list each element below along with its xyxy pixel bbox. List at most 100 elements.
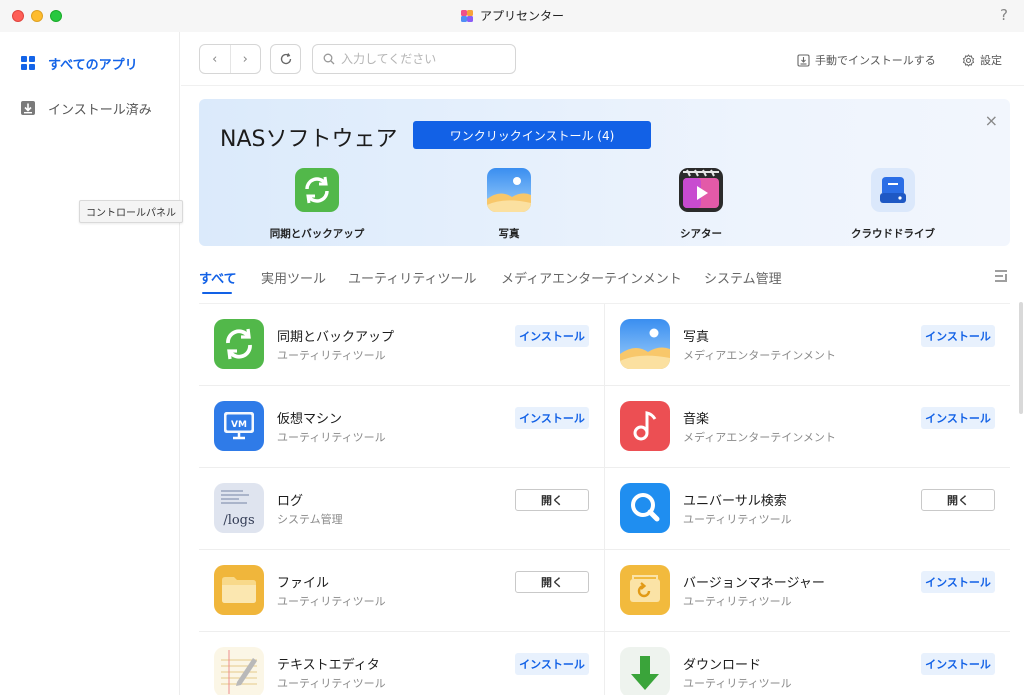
table-row: テキストエディタ ユーティリティツール インストール ダウンロード ユーティリテ… — [199, 632, 1010, 695]
featured-app-sync[interactable]: 同期とバックアップ — [247, 167, 387, 241]
sidebar-item-all-apps[interactable]: すべてのアプリ — [20, 50, 138, 76]
text-editor-icon — [214, 647, 264, 695]
sidebar-item-installed[interactable]: インストール済み — [20, 95, 152, 121]
app-category: メディアエンターテインメント — [683, 431, 836, 444]
table-row: /logs ログ システム管理 開く ユニバーサル検索 ユーティリティツール 開… — [199, 468, 1010, 550]
app-category: ユーティリティツール — [683, 677, 792, 690]
app-name: 仮想マシン — [277, 412, 343, 427]
photo-icon — [620, 319, 670, 369]
tab-media-entertainment[interactable]: メディアエンターテインメント — [501, 268, 682, 287]
help-button[interactable]: ? — [1000, 6, 1008, 24]
app-name: テキストエディタ — [277, 658, 380, 673]
app-card-sync-backup[interactable]: 同期とバックアップ ユーティリティツール インストール — [199, 304, 604, 386]
app-card-music[interactable]: 音楽 メディアエンターテインメント インストール — [605, 386, 1010, 468]
featured-app-cloud-drive[interactable]: クラウドドライブ — [823, 167, 963, 241]
app-name: バージョンマネージャー — [683, 576, 825, 591]
install-button[interactable]: インストール — [515, 653, 589, 675]
banner-title: NASソフトウェア — [220, 127, 398, 152]
install-button[interactable]: インストール — [921, 571, 995, 593]
app-name: 写真 — [683, 330, 710, 345]
sidebar-item-label: インストール済み — [48, 102, 152, 118]
app-category: メディアエンターテインメント — [683, 349, 836, 362]
window-title-text: アプリセンター — [479, 9, 564, 23]
featured-app-label: 写真 — [498, 228, 520, 240]
banner-close-icon[interactable]: × — [985, 111, 998, 130]
refresh-button[interactable] — [270, 44, 301, 74]
manual-install-icon — [797, 53, 810, 67]
logs-icon: /logs — [214, 483, 264, 533]
app-category: ユーティリティツール — [683, 513, 792, 526]
tab-practical-tools[interactable]: 実用ツール — [261, 268, 326, 287]
app-name: ダウンロード — [683, 658, 762, 673]
manual-install-button[interactable]: 手動でインストールする — [797, 52, 936, 68]
install-button[interactable]: インストール — [921, 325, 995, 347]
app-category: ユーティリティツール — [277, 349, 386, 362]
install-button[interactable]: インストール — [515, 325, 589, 347]
toolbar: ‹ › 手動でインストールする 設定 — [181, 32, 1024, 86]
vm-icon: VM — [214, 401, 264, 451]
version-manager-icon — [620, 565, 670, 615]
app-name: 音楽 — [683, 412, 710, 427]
install-button[interactable]: インストール — [921, 653, 995, 675]
refresh-icon — [280, 53, 291, 65]
app-card-universal-search[interactable]: ユニバーサル検索 ユーティリティツール 開く — [605, 468, 1010, 550]
tooltip: コントロールパネル — [79, 200, 183, 223]
open-button[interactable]: 開く — [515, 489, 589, 511]
sidebar-item-label: すべてのアプリ — [48, 57, 138, 73]
app-card-files[interactable]: ファイル ユーティリティツール 開く — [199, 550, 604, 632]
tab-list-menu-icon[interactable] — [994, 268, 1010, 284]
active-tab-indicator — [202, 292, 232, 294]
app-card-text-editor[interactable]: テキストエディタ ユーティリティツール インストール — [199, 632, 604, 695]
featured-app-photos[interactable]: 写真 — [439, 167, 579, 241]
tab-utility-tools[interactable]: ユーティリティツール — [348, 268, 476, 287]
featured-app-label: 同期とバックアップ — [269, 228, 365, 240]
one-click-install-button[interactable]: ワンクリックインストール (4) — [413, 121, 651, 149]
app-card-virtual-machine[interactable]: VM 仮想マシン ユーティリティツール インストール — [199, 386, 604, 468]
search-input[interactable] — [341, 52, 501, 66]
search-app-icon — [620, 483, 670, 533]
app-card-version-manager[interactable]: バージョンマネージャー ユーティリティツール インストール — [605, 550, 1010, 632]
app-card-photos[interactable]: 写真 メディアエンターテインメント インストール — [605, 304, 1010, 386]
search-field[interactable] — [312, 44, 516, 74]
sidebar: すべてのアプリ インストール済み — [0, 32, 180, 695]
back-button[interactable]: ‹ — [200, 45, 231, 73]
open-button[interactable]: 開く — [515, 571, 589, 593]
settings-label: 設定 — [980, 54, 1002, 67]
app-name: ログ — [277, 494, 304, 509]
photo-icon — [487, 168, 531, 212]
tab-all[interactable]: すべて — [199, 268, 237, 287]
theater-icon — [679, 168, 723, 212]
app-card-download[interactable]: ダウンロード ユーティリティツール インストール — [605, 632, 1010, 695]
grid-icon — [21, 56, 35, 70]
featured-app-label: クラウドドライブ — [851, 228, 935, 240]
manual-install-label: 手動でインストールする — [815, 54, 936, 67]
featured-app-label: シアター — [680, 228, 722, 240]
folder-icon — [214, 565, 264, 615]
vm-icon-text: VM — [231, 420, 247, 430]
featured-app-theater[interactable]: シアター — [631, 167, 771, 241]
install-button[interactable]: インストール — [515, 407, 589, 429]
install-button[interactable]: インストール — [921, 407, 995, 429]
app-name: ファイル — [277, 576, 330, 591]
scrollbar[interactable] — [1019, 302, 1023, 414]
app-category: ユーティリティツール — [277, 431, 386, 444]
forward-button[interactable]: › — [231, 45, 261, 73]
app-grid: 同期とバックアップ ユーティリティツール インストール 写真 メディアエンターテ… — [199, 304, 1010, 695]
title-bar: アプリセンター ? — [0, 0, 1024, 32]
app-category: ユーティリティツール — [277, 677, 386, 690]
open-button[interactable]: 開く — [921, 489, 995, 511]
download-arrow-icon — [620, 647, 670, 695]
cloud-drive-icon — [871, 168, 915, 212]
settings-button[interactable]: 設定 — [962, 52, 1002, 68]
category-tabs: すべて 実用ツール ユーティリティツール メディアエンターテインメント システム… — [199, 262, 1010, 302]
app-card-logs[interactable]: /logs ログ システム管理 開く — [199, 468, 604, 550]
logs-icon-text: /logs — [223, 513, 254, 528]
window-title: アプリセンター — [0, 7, 1024, 24]
nas-software-banner: NASソフトウェア ワンクリックインストール (4) × 同期とバックアップ 写… — [199, 99, 1010, 246]
sync-icon — [295, 168, 339, 212]
table-row: 同期とバックアップ ユーティリティツール インストール 写真 メディアエンターテ… — [199, 304, 1010, 386]
table-row: ファイル ユーティリティツール 開く バージョンマネージャー ユーティリティツー… — [199, 550, 1010, 632]
nav-button-group: ‹ › — [199, 44, 261, 74]
tab-system-management[interactable]: システム管理 — [704, 268, 782, 287]
app-category: ユーティリティツール — [277, 595, 386, 608]
